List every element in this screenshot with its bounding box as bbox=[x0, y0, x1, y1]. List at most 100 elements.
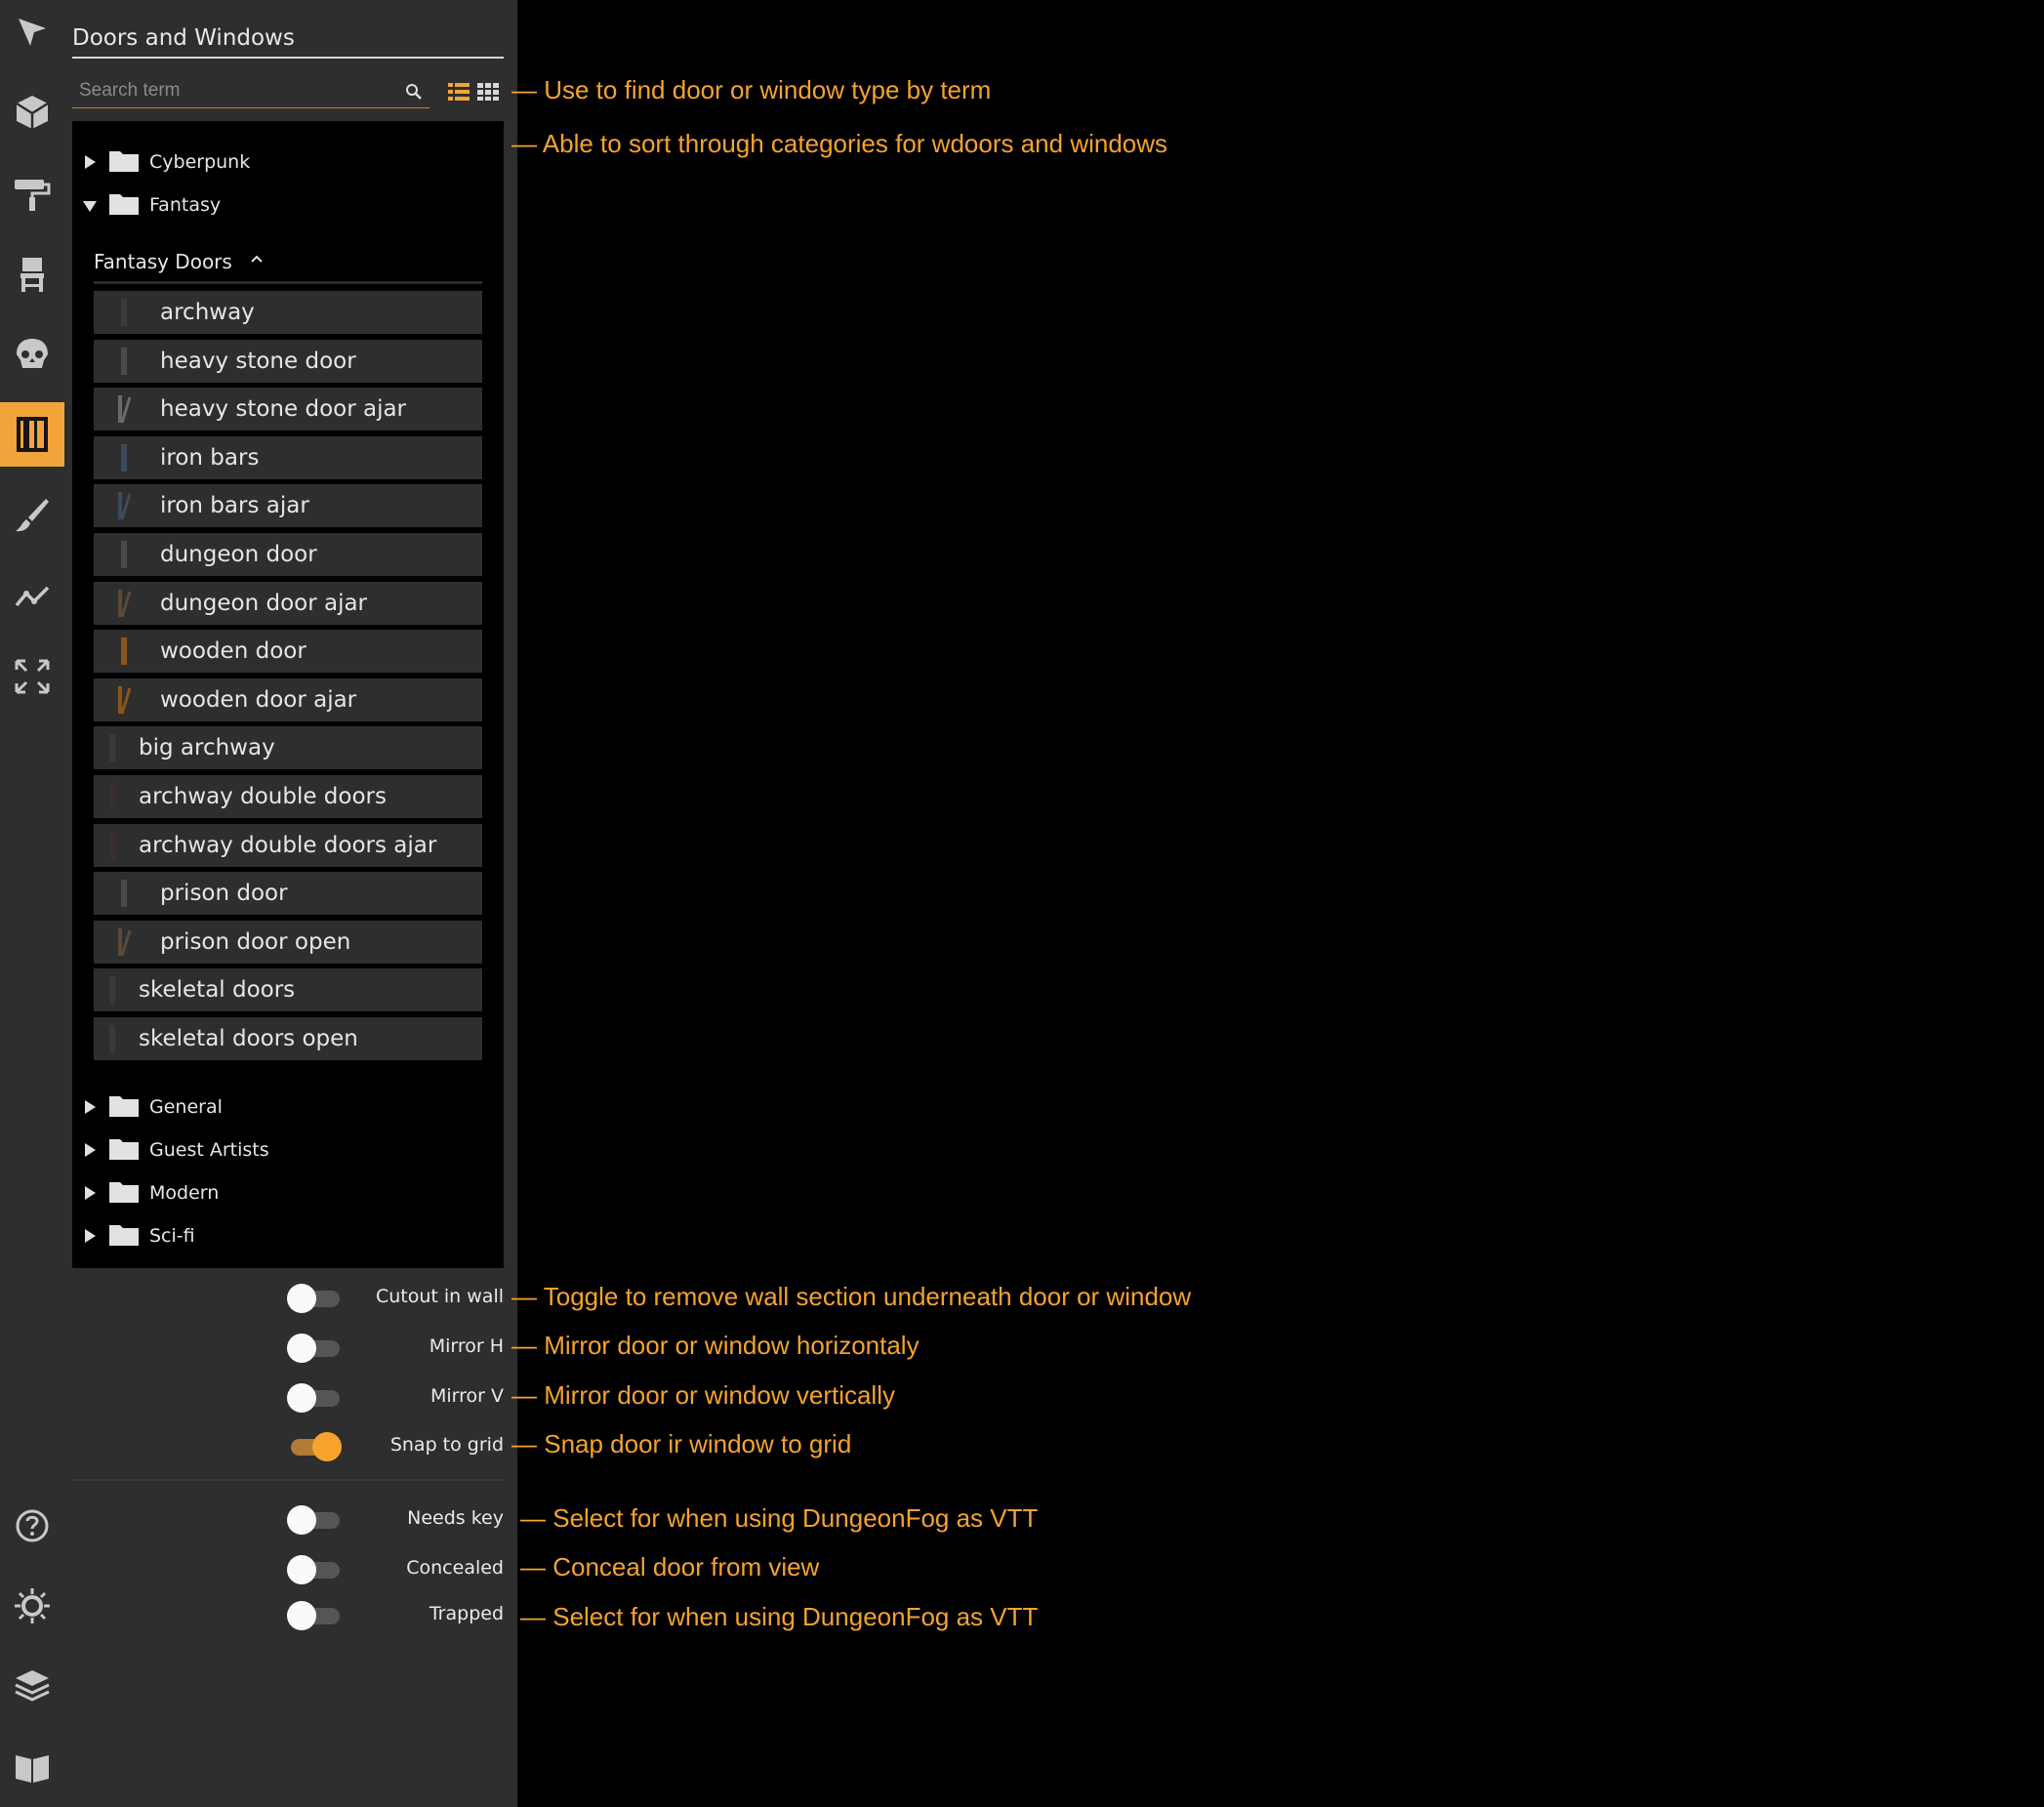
door-icon bbox=[17, 417, 48, 452]
annotation-trapped: — Select for when using DungeonFog as VT… bbox=[520, 1602, 1039, 1631]
furniture-button[interactable] bbox=[0, 242, 64, 307]
toggle-label: Snap to grid bbox=[389, 1434, 504, 1456]
chair-icon bbox=[20, 258, 44, 292]
help-icon bbox=[16, 1509, 49, 1542]
chevron-up-icon bbox=[251, 255, 263, 263]
list-view-icon[interactable] bbox=[448, 82, 470, 102]
mirror-h-toggle[interactable] bbox=[287, 1334, 342, 1363]
folder-label: Sci-fi bbox=[149, 1225, 195, 1247]
skull-icon bbox=[17, 339, 48, 368]
door-list-item-label: archway bbox=[160, 300, 255, 325]
door-thumbnail-icon bbox=[118, 589, 131, 618]
mirror-v-toggle[interactable] bbox=[287, 1383, 342, 1413]
door-list-item[interactable]: iron bars ajar bbox=[94, 484, 482, 528]
mirror-h-row: Mirror H bbox=[64, 1326, 517, 1365]
monsters-button[interactable] bbox=[0, 322, 64, 387]
door-thumbnail-icon bbox=[118, 492, 131, 520]
door-list-item[interactable]: prison door open bbox=[94, 920, 482, 964]
annotation-concealed: — Conceal door from view bbox=[520, 1552, 820, 1581]
door-list-item[interactable]: archway double doors ajar bbox=[94, 823, 482, 867]
folder-guest-artists[interactable]: Guest Artists bbox=[72, 1130, 482, 1170]
folder-icon bbox=[109, 194, 139, 215]
divider bbox=[72, 1479, 504, 1481]
layers-button[interactable] bbox=[0, 1654, 64, 1718]
category-tree: Cyberpunk Fantasy Fantasy Doors archway h… bbox=[72, 121, 504, 1268]
select-tool-icon bbox=[19, 19, 46, 46]
snap-to-grid-row: Snap to grid bbox=[64, 1424, 517, 1463]
annotation-mirror-h: — Mirror door or window horizontaly bbox=[511, 1331, 920, 1360]
paint-roller-icon bbox=[15, 180, 51, 211]
expand-button[interactable] bbox=[0, 644, 64, 709]
door-list-item-label: dungeon door ajar bbox=[160, 590, 368, 616]
library-button[interactable] bbox=[0, 1735, 64, 1799]
door-list-item[interactable]: iron bars bbox=[94, 435, 482, 479]
door-list-item[interactable]: wooden door ajar bbox=[94, 678, 482, 721]
door-list-item[interactable]: dungeon door ajar bbox=[94, 581, 482, 625]
needs-key-row: Needs key bbox=[64, 1498, 517, 1537]
select-tool-button[interactable] bbox=[0, 0, 64, 64]
expand-arrow-icon[interactable] bbox=[85, 1143, 96, 1157]
trapped-toggle[interactable] bbox=[287, 1601, 342, 1630]
mirror-v-row: Mirror V bbox=[64, 1376, 517, 1415]
door-thumbnail-icon bbox=[121, 299, 127, 326]
door-list-item[interactable]: prison door bbox=[94, 872, 482, 916]
door-list-item-label: heavy stone door bbox=[160, 348, 356, 374]
expand-arrow-icon[interactable] bbox=[85, 1186, 96, 1200]
folder-cyberpunk[interactable]: Cyberpunk bbox=[72, 143, 482, 182]
door-list-item-label: iron bars bbox=[160, 444, 260, 471]
path-button[interactable] bbox=[0, 563, 64, 628]
door-list-item[interactable]: dungeon door bbox=[94, 533, 482, 576]
search-icon[interactable] bbox=[404, 82, 424, 102]
annotation-categories: — Able to sort through categories for wd… bbox=[511, 129, 1168, 158]
annotation-search: — Use to find door or window type by ter… bbox=[511, 75, 992, 104]
help-button[interactable] bbox=[0, 1494, 64, 1558]
door-thumbnail-icon bbox=[121, 541, 127, 568]
expand-arrow-icon[interactable] bbox=[85, 155, 96, 169]
door-list-item-label: skeletal doors open bbox=[139, 1026, 358, 1051]
doors-windows-button[interactable] bbox=[0, 402, 64, 467]
folder-sci-fi[interactable]: Sci-fi bbox=[72, 1216, 482, 1255]
needs-key-toggle[interactable] bbox=[287, 1505, 342, 1535]
search-box bbox=[72, 74, 429, 108]
door-thumbnail-icon bbox=[118, 927, 131, 957]
panel-title: Doors and Windows bbox=[72, 21, 504, 59]
door-list-item[interactable]: skeletal doors open bbox=[94, 1017, 482, 1060]
paint-roller-button[interactable] bbox=[0, 161, 64, 226]
door-thumbnail-icon bbox=[121, 347, 127, 375]
collapse-arrow-icon[interactable] bbox=[83, 201, 97, 212]
subcategory-label: Fantasy Doors bbox=[94, 250, 232, 273]
cube-tool-icon bbox=[16, 96, 49, 129]
light-icon bbox=[15, 1588, 50, 1623]
brush-icon bbox=[16, 499, 49, 532]
cutout-in-wall-toggle[interactable] bbox=[287, 1284, 342, 1313]
folder-modern[interactable]: Modern bbox=[72, 1173, 482, 1212]
layers-icon bbox=[15, 1670, 50, 1702]
door-list-item[interactable]: archway bbox=[94, 291, 482, 334]
brush-button[interactable] bbox=[0, 483, 64, 548]
door-list-item[interactable]: heavy stone door ajar bbox=[94, 388, 482, 431]
search-input[interactable] bbox=[72, 74, 385, 107]
folder-fantasy[interactable]: Fantasy bbox=[72, 185, 482, 225]
cube-tool-button[interactable] bbox=[0, 80, 64, 144]
door-list-item[interactable]: heavy stone door bbox=[94, 339, 482, 383]
folder-label: Modern bbox=[149, 1182, 220, 1204]
annotation-needs-key: — Select for when using DungeonFog as VT… bbox=[520, 1503, 1039, 1533]
annotation-snap: — Snap door ir window to grid bbox=[511, 1429, 852, 1458]
expand-arrow-icon[interactable] bbox=[85, 1100, 96, 1114]
snap-to-grid-toggle[interactable] bbox=[287, 1432, 342, 1461]
folder-general[interactable]: General bbox=[72, 1088, 482, 1127]
concealed-row: Concealed bbox=[64, 1547, 517, 1586]
folder-icon bbox=[109, 151, 139, 172]
door-list-item[interactable]: wooden door bbox=[94, 630, 482, 674]
lighting-button[interactable] bbox=[0, 1574, 64, 1638]
subcategory-header[interactable]: Fantasy Doors bbox=[94, 244, 482, 284]
door-list-item[interactable]: big archway bbox=[94, 726, 482, 770]
grid-view-icon[interactable] bbox=[477, 82, 499, 102]
door-list-item-label: archway double doors ajar bbox=[139, 832, 437, 858]
expand-icon bbox=[15, 659, 50, 694]
door-list-item-label: big archway bbox=[139, 735, 275, 761]
door-list-item[interactable]: archway double doors bbox=[94, 775, 482, 818]
concealed-toggle[interactable] bbox=[287, 1555, 342, 1584]
door-list-item[interactable]: skeletal doors bbox=[94, 968, 482, 1012]
expand-arrow-icon[interactable] bbox=[85, 1229, 96, 1243]
